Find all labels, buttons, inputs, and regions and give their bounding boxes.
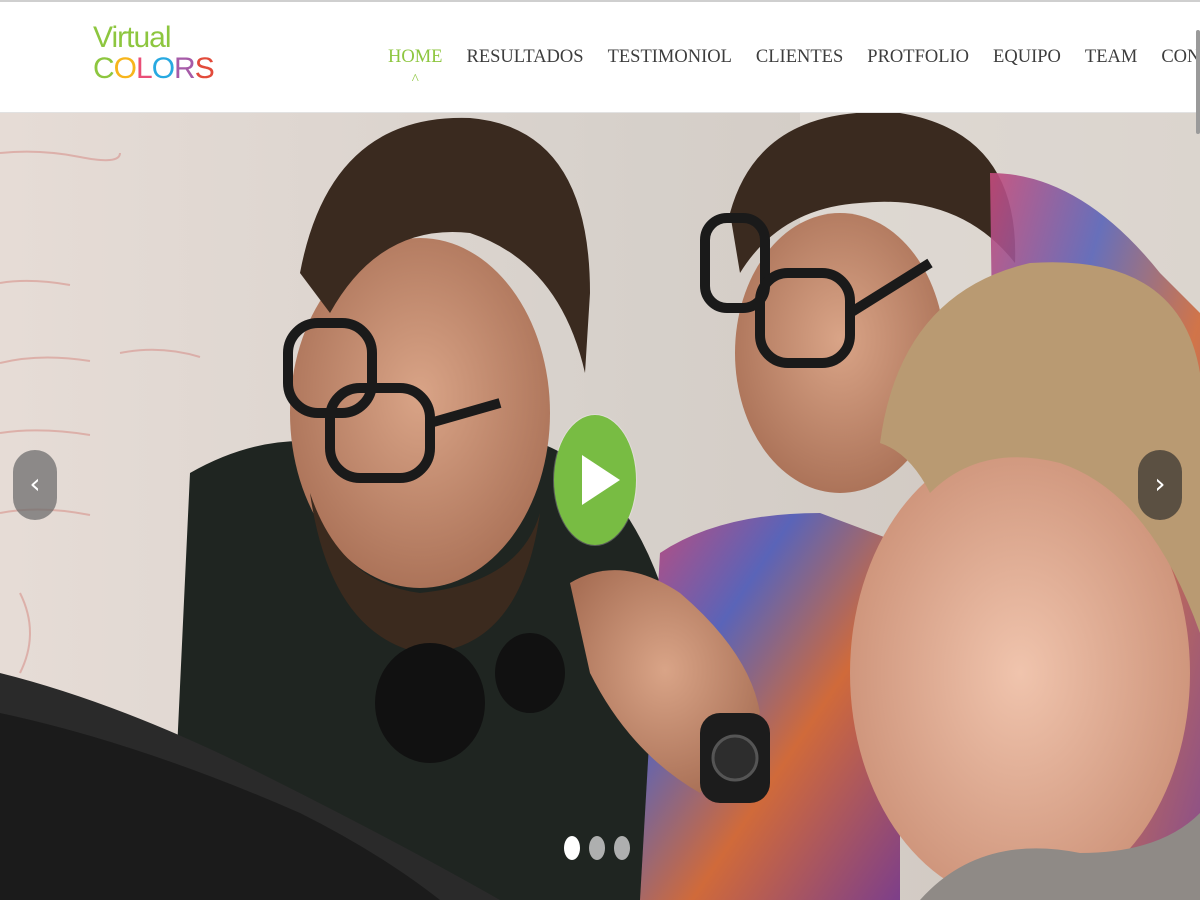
nav-item-label: EQUIPO — [993, 47, 1061, 67]
nav-item-testimoniol[interactable]: TESTIMONIOL — [596, 42, 744, 76]
nav-item-equipo[interactable]: EQUIPO — [981, 42, 1073, 76]
page-scrollbar[interactable] — [1196, 30, 1200, 134]
logo-letter: O — [113, 52, 137, 85]
logo-letter: O — [151, 52, 175, 85]
slider-dot[interactable] — [564, 836, 580, 860]
logo-letter: L — [136, 52, 153, 85]
nav-item-label: HOME — [388, 47, 443, 67]
slider-dot[interactable] — [589, 836, 605, 860]
nav-item-clientes[interactable]: CLIENTES — [744, 42, 855, 76]
video-play-button[interactable] — [554, 415, 636, 545]
hero-slider: ‹ › — [0, 113, 1200, 900]
logo-letter: R — [174, 52, 196, 85]
site-header: Virtual COLORS HOME ^ RESULTADOS TESTIMO… — [0, 2, 1200, 113]
brand-logo[interactable]: Virtual COLORS — [93, 20, 215, 90]
logo-letter: C — [93, 52, 115, 85]
slider-prev-button[interactable]: ‹ — [13, 450, 57, 520]
slider-dot[interactable] — [614, 836, 630, 860]
nav-item-label: TEAM — [1084, 47, 1138, 67]
nav-item-label: CONTACT — [1161, 47, 1200, 67]
logo-line-virtual: Virtual — [93, 21, 171, 54]
logo-line-colors: COLORS — [93, 52, 215, 86]
slider-next-button[interactable]: › — [1138, 450, 1182, 520]
nav-item-protfolio[interactable]: PROTFOLIO — [855, 42, 981, 76]
nav-item-team[interactable]: TEAM — [1073, 42, 1149, 76]
slider-pagination — [564, 836, 630, 860]
nav-item-label: TESTIMONIOL — [607, 47, 732, 67]
nav-item-home[interactable]: HOME ^ — [376, 42, 454, 88]
active-caret-icon: ^ — [411, 72, 419, 88]
nav-item-resultados[interactable]: RESULTADOS — [454, 42, 595, 76]
nav-item-label: RESULTADOS — [466, 47, 584, 67]
logo-letter: S — [194, 52, 215, 85]
main-nav: HOME ^ RESULTADOS TESTIMONIOL CLIENTES P… — [376, 42, 1200, 88]
nav-item-label: CLIENTES — [755, 47, 844, 67]
play-icon — [582, 455, 620, 505]
nav-item-label: PROTFOLIO — [867, 47, 970, 67]
nav-item-contact[interactable]: CONTACT — [1149, 42, 1200, 76]
